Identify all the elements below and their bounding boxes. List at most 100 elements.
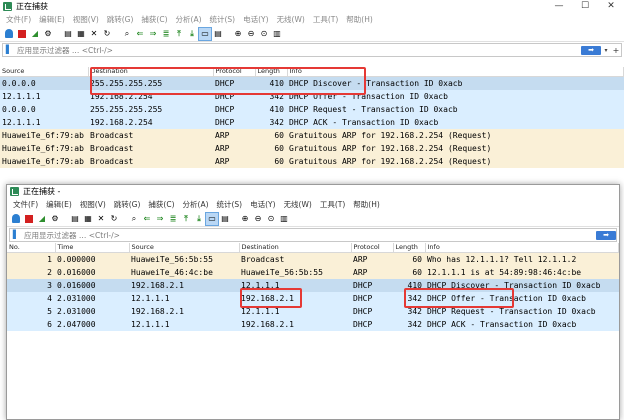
col-source[interactable]: Source [129, 243, 240, 253]
find-packet-icon[interactable]: ⌕ [128, 213, 140, 225]
zoom-normal-icon[interactable]: ⊙ [265, 213, 277, 225]
capture-options-icon[interactable]: ⚙ [42, 28, 54, 40]
table-row[interactable]: 5 2.031000 192.168.2.1 12.1.1.1 DHCP 342… [7, 304, 619, 318]
col-length[interactable]: Length [393, 243, 426, 253]
zoom-out-icon[interactable]: ⊖ [252, 213, 264, 225]
cell-protocol: DHCP [351, 317, 393, 331]
table-row[interactable]: 12.1.1.1 192.168.2.254 DHCP 342 DHCP ACK… [0, 115, 624, 129]
front-display-filter[interactable]: ▌ 应用显示过滤器 … <Ctrl-/> ➡ [9, 228, 617, 242]
stop-capture-icon[interactable] [23, 213, 35, 225]
menu-edit[interactable]: 编辑(E) [35, 14, 69, 25]
go-last-icon[interactable]: ⤓ [186, 28, 198, 40]
col-info[interactable]: Info [287, 67, 624, 77]
zoom-in-icon[interactable]: ⊕ [232, 28, 244, 40]
resize-columns-icon[interactable]: ▥ [271, 28, 283, 40]
auto-scroll-icon[interactable]: ▭ [205, 211, 219, 226]
menu-tools[interactable]: 工具(T) [316, 199, 349, 210]
menu-statistics[interactable]: 统计(S) [213, 199, 247, 210]
menu-file[interactable]: 文件(F) [2, 14, 35, 25]
menu-wireless[interactable]: 无线(W) [273, 14, 309, 25]
open-file-icon[interactable]: ▤ [62, 28, 74, 40]
menu-view[interactable]: 视图(V) [76, 199, 110, 210]
open-file-icon[interactable]: ▤ [69, 213, 81, 225]
col-info[interactable]: Info [425, 243, 619, 253]
col-time[interactable]: Time [55, 243, 130, 253]
table-row[interactable]: 3 0.016000 192.168.2.1 12.1.1.1 DHCP 410… [7, 278, 619, 292]
back-display-filter[interactable]: ▌ 应用显示过滤器 … <Ctrl-/> ➡ ▾ + [2, 43, 622, 57]
col-length[interactable]: Length [255, 67, 288, 77]
menu-go[interactable]: 跳转(G) [103, 14, 138, 25]
front-packet-list: No. Time Source Destination Protocol Len… [7, 243, 619, 331]
restart-capture-icon[interactable]: ◢ [36, 213, 48, 225]
reload-icon[interactable]: ↻ [108, 213, 120, 225]
menu-tools[interactable]: 工具(T) [309, 14, 342, 25]
zoom-normal-icon[interactable]: ⊙ [258, 28, 270, 40]
menu-file[interactable]: 文件(F) [9, 199, 42, 210]
menu-go[interactable]: 跳转(G) [110, 199, 145, 210]
find-packet-icon[interactable]: ⌕ [121, 28, 133, 40]
maximize-icon[interactable]: ☐ [572, 0, 598, 13]
col-no[interactable]: No. [7, 243, 56, 253]
col-destination[interactable]: Destination [239, 243, 352, 253]
go-first-icon[interactable]: ⤒ [173, 28, 185, 40]
table-row[interactable]: 0.0.0.0 255.255.255.255 DHCP 410 DHCP Re… [0, 102, 624, 116]
minimize-icon[interactable]: — [546, 0, 572, 13]
table-row[interactable]: 2 0.016000 HuaweiTe_46:4c:be HuaweiTe_56… [7, 265, 619, 279]
menu-view[interactable]: 视图(V) [69, 14, 103, 25]
table-row[interactable]: 4 2.031000 12.1.1.1 192.168.2.1 DHCP 342… [7, 291, 619, 305]
table-row[interactable]: HuaweiTe_6f:79:ab Broadcast ARP 60 Gratu… [0, 154, 624, 168]
stop-capture-icon[interactable] [16, 28, 28, 40]
filter-bookmark-icon[interactable]: ▌ [11, 230, 21, 240]
table-row[interactable]: HuaweiTe_6f:79:ab Broadcast ARP 60 Gratu… [0, 141, 624, 155]
reload-icon[interactable]: ↻ [101, 28, 113, 40]
go-back-icon[interactable]: ⇐ [141, 213, 153, 225]
menu-telephony[interactable]: 电话(Y) [239, 14, 272, 25]
col-protocol[interactable]: Protocol [351, 243, 394, 253]
go-forward-icon[interactable]: ⇒ [154, 213, 166, 225]
restart-capture-icon[interactable]: ◢ [29, 28, 41, 40]
menu-help[interactable]: 帮助(H) [342, 14, 377, 25]
start-capture-icon[interactable] [10, 213, 22, 225]
col-protocol[interactable]: Protocol [213, 67, 256, 77]
menu-capture[interactable]: 捕获(C) [144, 199, 178, 210]
colorize-icon[interactable]: ▤ [212, 28, 224, 40]
apply-filter-icon[interactable]: ➡ [581, 45, 601, 55]
close-file-icon[interactable]: ✕ [95, 213, 107, 225]
menu-analyze[interactable]: 分析(A) [172, 14, 206, 25]
table-row[interactable]: 6 2.047000 12.1.1.1 192.168.2.1 DHCP 342… [7, 317, 619, 331]
apply-filter-icon[interactable]: ➡ [596, 230, 616, 240]
menu-help[interactable]: 帮助(H) [349, 199, 384, 210]
save-file-icon[interactable]: ▦ [75, 28, 87, 40]
close-icon[interactable]: ✕ [598, 0, 624, 13]
auto-scroll-icon[interactable]: ▭ [198, 26, 212, 41]
menu-wireless[interactable]: 无线(W) [280, 199, 316, 210]
zoom-in-icon[interactable]: ⊕ [239, 213, 251, 225]
menu-analyze[interactable]: 分析(A) [179, 199, 213, 210]
menu-capture[interactable]: 捕获(C) [137, 14, 171, 25]
table-row[interactable]: 1 0.000000 HuaweiTe_56:5b:55 Broadcast A… [7, 252, 619, 266]
table-row[interactable]: HuaweiTe_6f:79:ab Broadcast ARP 60 Gratu… [0, 128, 624, 142]
add-filter-button-icon[interactable]: + [611, 46, 621, 55]
resize-columns-icon[interactable]: ▥ [278, 213, 290, 225]
table-row[interactable]: 0.0.0.0 255.255.255.255 DHCP 410 DHCP Di… [0, 76, 624, 90]
menu-telephony[interactable]: 电话(Y) [246, 199, 279, 210]
filter-bookmark-icon[interactable]: ▌ [4, 45, 14, 55]
go-to-packet-icon[interactable]: ≣ [160, 28, 172, 40]
go-back-icon[interactable]: ⇐ [134, 28, 146, 40]
colorize-icon[interactable]: ▤ [219, 213, 231, 225]
table-row[interactable]: 12.1.1.1 192.168.2.254 DHCP 342 DHCP Off… [0, 89, 624, 103]
go-to-packet-icon[interactable]: ≣ [167, 213, 179, 225]
zoom-out-icon[interactable]: ⊖ [245, 28, 257, 40]
capture-options-icon[interactable]: ⚙ [49, 213, 61, 225]
filter-dropdown-icon[interactable]: ▾ [601, 47, 611, 54]
go-first-icon[interactable]: ⤒ [180, 213, 192, 225]
col-destination[interactable]: Destination [88, 67, 214, 77]
go-last-icon[interactable]: ⤓ [193, 213, 205, 225]
close-file-icon[interactable]: ✕ [88, 28, 100, 40]
col-source[interactable]: Source [0, 67, 89, 77]
save-file-icon[interactable]: ▦ [82, 213, 94, 225]
go-forward-icon[interactable]: ⇒ [147, 28, 159, 40]
menu-edit[interactable]: 编辑(E) [42, 199, 76, 210]
menu-statistics[interactable]: 统计(S) [206, 14, 240, 25]
start-capture-icon[interactable] [3, 28, 15, 40]
